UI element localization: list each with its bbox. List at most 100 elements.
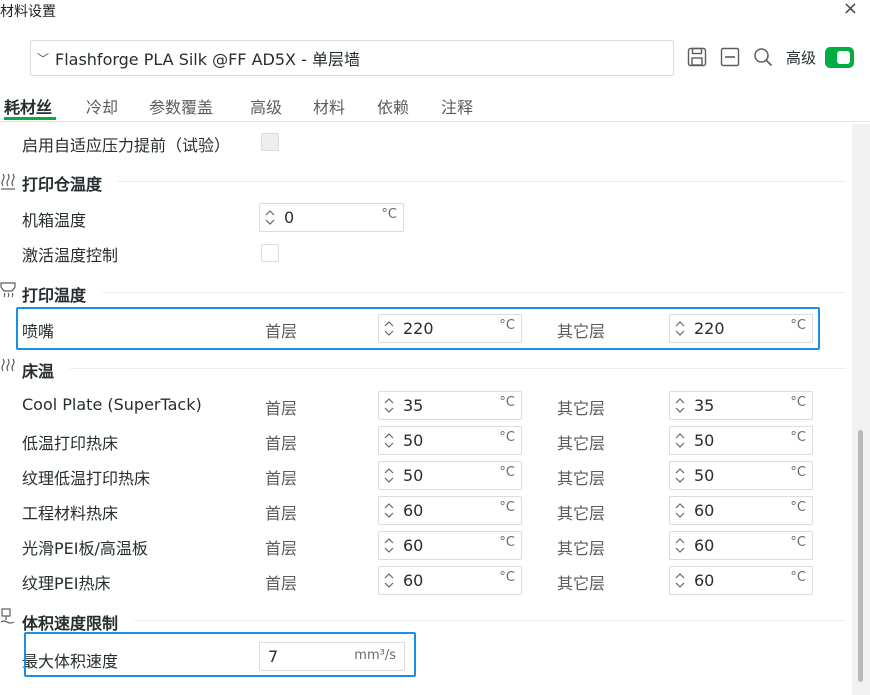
max-volumetric-speed-value: 7 <box>268 647 279 666</box>
nozzle-temp-icon <box>0 282 16 300</box>
bed-plate-label: 光滑PEI板/高温板 <box>22 539 148 558</box>
spin-arrows-icon[interactable] <box>383 536 395 555</box>
nozzle-other-layers-input[interactable]: 220 °C <box>669 314 813 343</box>
tab-advanced[interactable]: 高级 <box>250 94 282 118</box>
print-temp-section-title: 打印温度 <box>22 286 87 305</box>
bed-other-layers-input[interactable]: 50 °C <box>669 461 813 490</box>
spin-arrows-icon[interactable] <box>674 396 686 415</box>
bed-other-layers-input[interactable]: 60 °C <box>669 531 813 560</box>
bed-first-layer-input[interactable]: 50 °C <box>378 426 522 455</box>
spin-arrows-icon[interactable] <box>674 501 686 520</box>
bed-other-layers-label: 其它层 <box>557 504 606 523</box>
tab-dependencies[interactable]: 依赖 <box>377 94 409 118</box>
preset-name: Flashforge PLA Silk @FF AD5X - 单层墙 <box>55 50 360 69</box>
title-bar: 材料设置 × <box>0 0 870 22</box>
section-divider <box>118 181 846 182</box>
section-divider <box>102 292 846 293</box>
bed-first-layer-input[interactable]: 35 °C <box>378 391 522 420</box>
spin-arrows-icon[interactable] <box>383 431 395 450</box>
bed-first-layer-input[interactable]: 50 °C <box>378 461 522 490</box>
settings-panel: 启用自适应压力提前（试验） 打印仓温度 机箱温度 0 °C 激活温度控制 打印温… <box>0 124 852 695</box>
bed-other-layers-input[interactable]: 60 °C <box>669 566 813 595</box>
bed-first-layer-value: 60 <box>403 536 424 555</box>
bed-other-layers-label: 其它层 <box>557 539 606 558</box>
scrollbar-thumb[interactable] <box>858 430 863 682</box>
adaptive-pa-label: 启用自适应压力提前（试验） <box>22 136 231 155</box>
chamber-temp-unit: °C <box>381 207 397 222</box>
bed-other-layers-unit: °C <box>790 395 806 410</box>
bed-heat-icon <box>0 358 16 376</box>
preset-dropdown[interactable]: ﹀ Flashforge PLA Silk @FF AD5X - 单层墙 <box>30 40 674 76</box>
tab-bar: 耗材丝 冷却 参数覆盖 高级 材料 依赖 注释 <box>0 90 870 121</box>
spin-arrows-icon[interactable] <box>383 319 395 338</box>
nozzle-other-layers-value: 220 <box>694 319 725 338</box>
volumetric-speed-icon <box>0 608 16 626</box>
nozzle-other-layers-unit: °C <box>790 318 806 333</box>
bed-other-layers-label: 其它层 <box>557 434 606 453</box>
minus-square-icon[interactable] <box>719 46 741 68</box>
spin-arrows-icon[interactable] <box>383 466 395 485</box>
nozzle-label: 喷嘴 <box>22 322 55 341</box>
spin-arrows-icon[interactable] <box>383 501 395 520</box>
bed-other-layers-label: 其它层 <box>557 469 606 488</box>
bed-first-layer-unit: °C <box>499 465 515 480</box>
spin-arrows-icon[interactable] <box>674 431 686 450</box>
spin-arrows-icon[interactable] <box>674 536 686 555</box>
chamber-temp-input[interactable]: 0 °C <box>259 203 404 232</box>
search-icon[interactable] <box>752 46 774 68</box>
advanced-label: 高级 <box>786 49 817 67</box>
bed-first-layer-input[interactable]: 60 °C <box>378 531 522 560</box>
bed-first-layer-unit: °C <box>499 535 515 550</box>
nozzle-first-layer-value: 220 <box>403 319 434 338</box>
bed-first-layer-input[interactable]: 60 °C <box>378 496 522 525</box>
spin-arrows-icon[interactable] <box>383 571 395 590</box>
section-divider <box>134 620 846 621</box>
bed-plate-label: 低温打印热床 <box>22 434 119 453</box>
bed-first-layer-label: 首层 <box>265 399 298 418</box>
bed-first-layer-value: 35 <box>403 396 424 415</box>
spin-arrows-icon[interactable] <box>674 319 686 338</box>
activate-temp-control-label: 激活温度控制 <box>22 246 119 265</box>
toggle-knob <box>837 51 850 64</box>
tab-filament[interactable]: 耗材丝 <box>4 94 52 118</box>
max-volumetric-speed-unit: mm³/s <box>354 648 396 663</box>
bed-other-layers-input[interactable]: 60 °C <box>669 496 813 525</box>
bed-first-layer-value: 60 <box>403 501 424 520</box>
max-volumetric-speed-input[interactable]: 7 mm³/s <box>259 642 405 671</box>
bed-other-layers-value: 35 <box>694 396 715 415</box>
bed-first-layer-value: 50 <box>403 466 424 485</box>
bed-other-layers-unit: °C <box>790 500 806 515</box>
spin-arrows-icon[interactable] <box>383 396 395 415</box>
close-icon[interactable]: × <box>843 0 858 18</box>
tab-material[interactable]: 材料 <box>313 94 345 118</box>
tab-cooling[interactable]: 冷却 <box>86 94 118 118</box>
chamber-temp-value: 0 <box>284 208 295 227</box>
tabs-divider <box>0 121 870 122</box>
bed-first-layer-input[interactable]: 60 °C <box>378 566 522 595</box>
bed-plate-label: 纹理低温打印热床 <box>22 469 151 488</box>
bed-first-layer-unit: °C <box>499 570 515 585</box>
advanced-toggle[interactable] <box>825 47 854 68</box>
nozzle-first-layer-label: 首层 <box>265 322 298 341</box>
save-icon[interactable] <box>686 46 708 68</box>
spin-arrows-icon[interactable] <box>674 466 686 485</box>
bed-plate-label: 纹理PEI热床 <box>22 574 111 593</box>
bed-other-layers-label: 其它层 <box>557 399 606 418</box>
activate-temp-control-checkbox[interactable] <box>261 244 279 262</box>
chamber-section-title: 打印仓温度 <box>22 175 103 194</box>
bed-other-layers-unit: °C <box>790 465 806 480</box>
bed-first-layer-label: 首层 <box>265 434 298 453</box>
spin-arrows-icon[interactable] <box>264 208 276 227</box>
spin-arrows-icon[interactable] <box>674 571 686 590</box>
nozzle-first-layer-input[interactable]: 220 °C <box>378 314 522 343</box>
max-volumetric-speed-label: 最大体积速度 <box>22 652 119 671</box>
adaptive-pa-checkbox[interactable] <box>261 133 279 151</box>
bed-other-layers-input[interactable]: 50 °C <box>669 426 813 455</box>
window-title: 材料设置 <box>0 4 56 20</box>
tab-notes[interactable]: 注释 <box>441 94 473 118</box>
bed-other-layers-value: 60 <box>694 501 715 520</box>
bed-other-layers-unit: °C <box>790 535 806 550</box>
bed-first-layer-label: 首层 <box>265 504 298 523</box>
bed-other-layers-input[interactable]: 35 °C <box>669 391 813 420</box>
tab-overrides[interactable]: 参数覆盖 <box>149 94 213 118</box>
